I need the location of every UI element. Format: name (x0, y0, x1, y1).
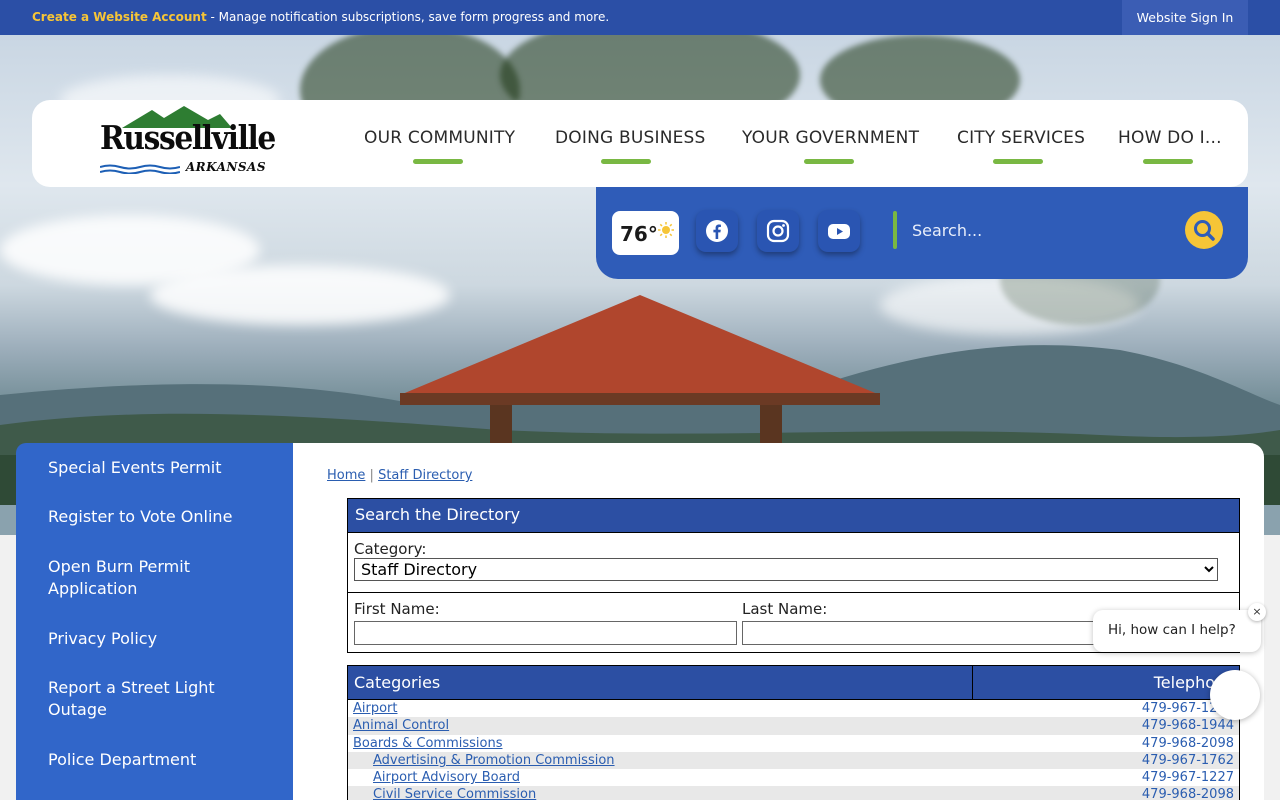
table-row: Animal Control 479-968-1944 (348, 717, 1239, 735)
logo-state: ARKANSAS (185, 160, 266, 174)
site-header: Russellville ARKANSAS OUR COMMUNITY DOIN… (32, 100, 1248, 187)
category-label: Category: (354, 540, 427, 558)
table-row: Advertising & Promotion Commission 479-9… (348, 751, 1239, 770)
facebook-icon (706, 220, 728, 242)
sidebar-item-police-department[interactable]: Police Department (48, 749, 278, 771)
table-row: Boards & Commissions 479-968-2098 (348, 735, 1239, 752)
breadcrumb-staff-directory[interactable]: Staff Directory (378, 468, 472, 483)
last-name-input[interactable] (742, 621, 1122, 645)
waves-icon (100, 164, 180, 174)
nav-label: DOING BUSINESS (555, 128, 706, 148)
telephone-link[interactable]: 479-968-1944 (1142, 718, 1234, 733)
youtube-button[interactable] (818, 210, 860, 252)
weather-temp: 76° (620, 222, 658, 246)
first-name-input[interactable] (354, 621, 737, 645)
category-select[interactable]: Staff Directory (354, 558, 1218, 581)
sun-icon (658, 222, 674, 238)
notification-message: Create a Website Account - Manage notifi… (32, 10, 609, 24)
table-row: Airport 479-967-1227 (348, 700, 1239, 717)
youtube-icon (828, 224, 850, 239)
nav-label: OUR COMMUNITY (364, 128, 516, 148)
category-link[interactable]: Airport Advisory Board (373, 770, 520, 785)
telephone-link[interactable]: 479-968-2098 (1142, 736, 1234, 751)
city-logo[interactable]: Russellville ARKANSAS (100, 106, 276, 178)
last-name-label: Last Name: (742, 600, 828, 618)
facebook-button[interactable] (696, 210, 738, 252)
breadcrumb-home[interactable]: Home (327, 468, 365, 483)
notification-bar: Create a Website Account - Manage notifi… (0, 0, 1280, 35)
breadcrumb: Home | Staff Directory (327, 468, 472, 483)
nav-label: HOW DO I... (1118, 128, 1222, 148)
categories-table: Categories Telephone Airport 479-967-122… (347, 665, 1240, 800)
utility-bar: 76° (596, 187, 1248, 279)
col-categories: Categories (354, 673, 441, 692)
categories-rows: Airport 479-967-1227 Animal Control 479-… (347, 700, 1240, 800)
chat-launcher-button[interactable] (1210, 670, 1260, 720)
nav-your-government[interactable]: YOUR GOVERNMENT (742, 128, 920, 168)
notification-text: - Manage notification subscriptions, sav… (206, 10, 610, 24)
search-icon (1194, 220, 1215, 241)
telephone-link[interactable]: 479-968-2098 (1142, 787, 1234, 800)
search-input[interactable] (912, 215, 1172, 245)
search-button[interactable] (1185, 211, 1223, 249)
chat-close-button[interactable]: × (1248, 603, 1266, 621)
category-link[interactable]: Boards & Commissions (353, 736, 502, 751)
sidebar-item-open-burn-permit[interactable]: Open Burn Permit Application (48, 556, 278, 600)
nav-doing-business[interactable]: DOING BUSINESS (555, 128, 706, 168)
categories-header: Categories Telephone (347, 665, 1240, 700)
logo-wordmark: Russellville (100, 118, 276, 157)
telephone-link[interactable]: 479-967-1762 (1142, 753, 1234, 768)
breadcrumb-separator: | (369, 468, 374, 483)
instagram-icon (766, 219, 790, 243)
directory-search-title: Search the Directory (347, 498, 1240, 533)
instagram-button[interactable] (757, 210, 799, 252)
table-row: Civil Service Commission 479-968-2098 (348, 786, 1239, 800)
gazebo-roof (400, 295, 880, 395)
sidebar-quick-links: Special Events Permit Register to Vote O… (16, 443, 293, 800)
nav-city-services[interactable]: CITY SERVICES (957, 128, 1086, 168)
sidebar-item-privacy-policy[interactable]: Privacy Policy (48, 628, 278, 650)
category-link[interactable]: Civil Service Commission (373, 787, 536, 800)
chat-prompt-text: Hi, how can I help? (1108, 622, 1236, 638)
nav-label: YOUR GOVERNMENT (742, 128, 920, 148)
sidebar-item-special-events-permit[interactable]: Special Events Permit (48, 457, 278, 479)
nav-label: CITY SERVICES (957, 128, 1086, 148)
sidebar-item-register-to-vote[interactable]: Register to Vote Online (48, 506, 278, 528)
table-row: Airport Advisory Board 479-967-1227 (348, 769, 1239, 786)
category-link[interactable]: Airport (353, 701, 398, 716)
category-link[interactable]: Animal Control (353, 718, 449, 733)
create-account-link[interactable]: Create a Website Account (32, 10, 207, 24)
nav-how-do-i[interactable]: HOW DO I... (1118, 128, 1222, 168)
first-name-label: First Name: (354, 600, 440, 618)
weather-widget[interactable]: 76° (612, 211, 679, 255)
nav-our-community[interactable]: OUR COMMUNITY (364, 128, 516, 168)
category-link[interactable]: Advertising & Promotion Commission (373, 753, 615, 768)
sidebar-item-street-light-outage[interactable]: Report a Street Light Outage (48, 677, 278, 721)
chat-prompt-bubble[interactable]: Hi, how can I help? (1093, 610, 1261, 652)
telephone-link[interactable]: 479-967-1227 (1142, 770, 1234, 785)
sign-in-button[interactable]: Website Sign In (1122, 0, 1248, 35)
